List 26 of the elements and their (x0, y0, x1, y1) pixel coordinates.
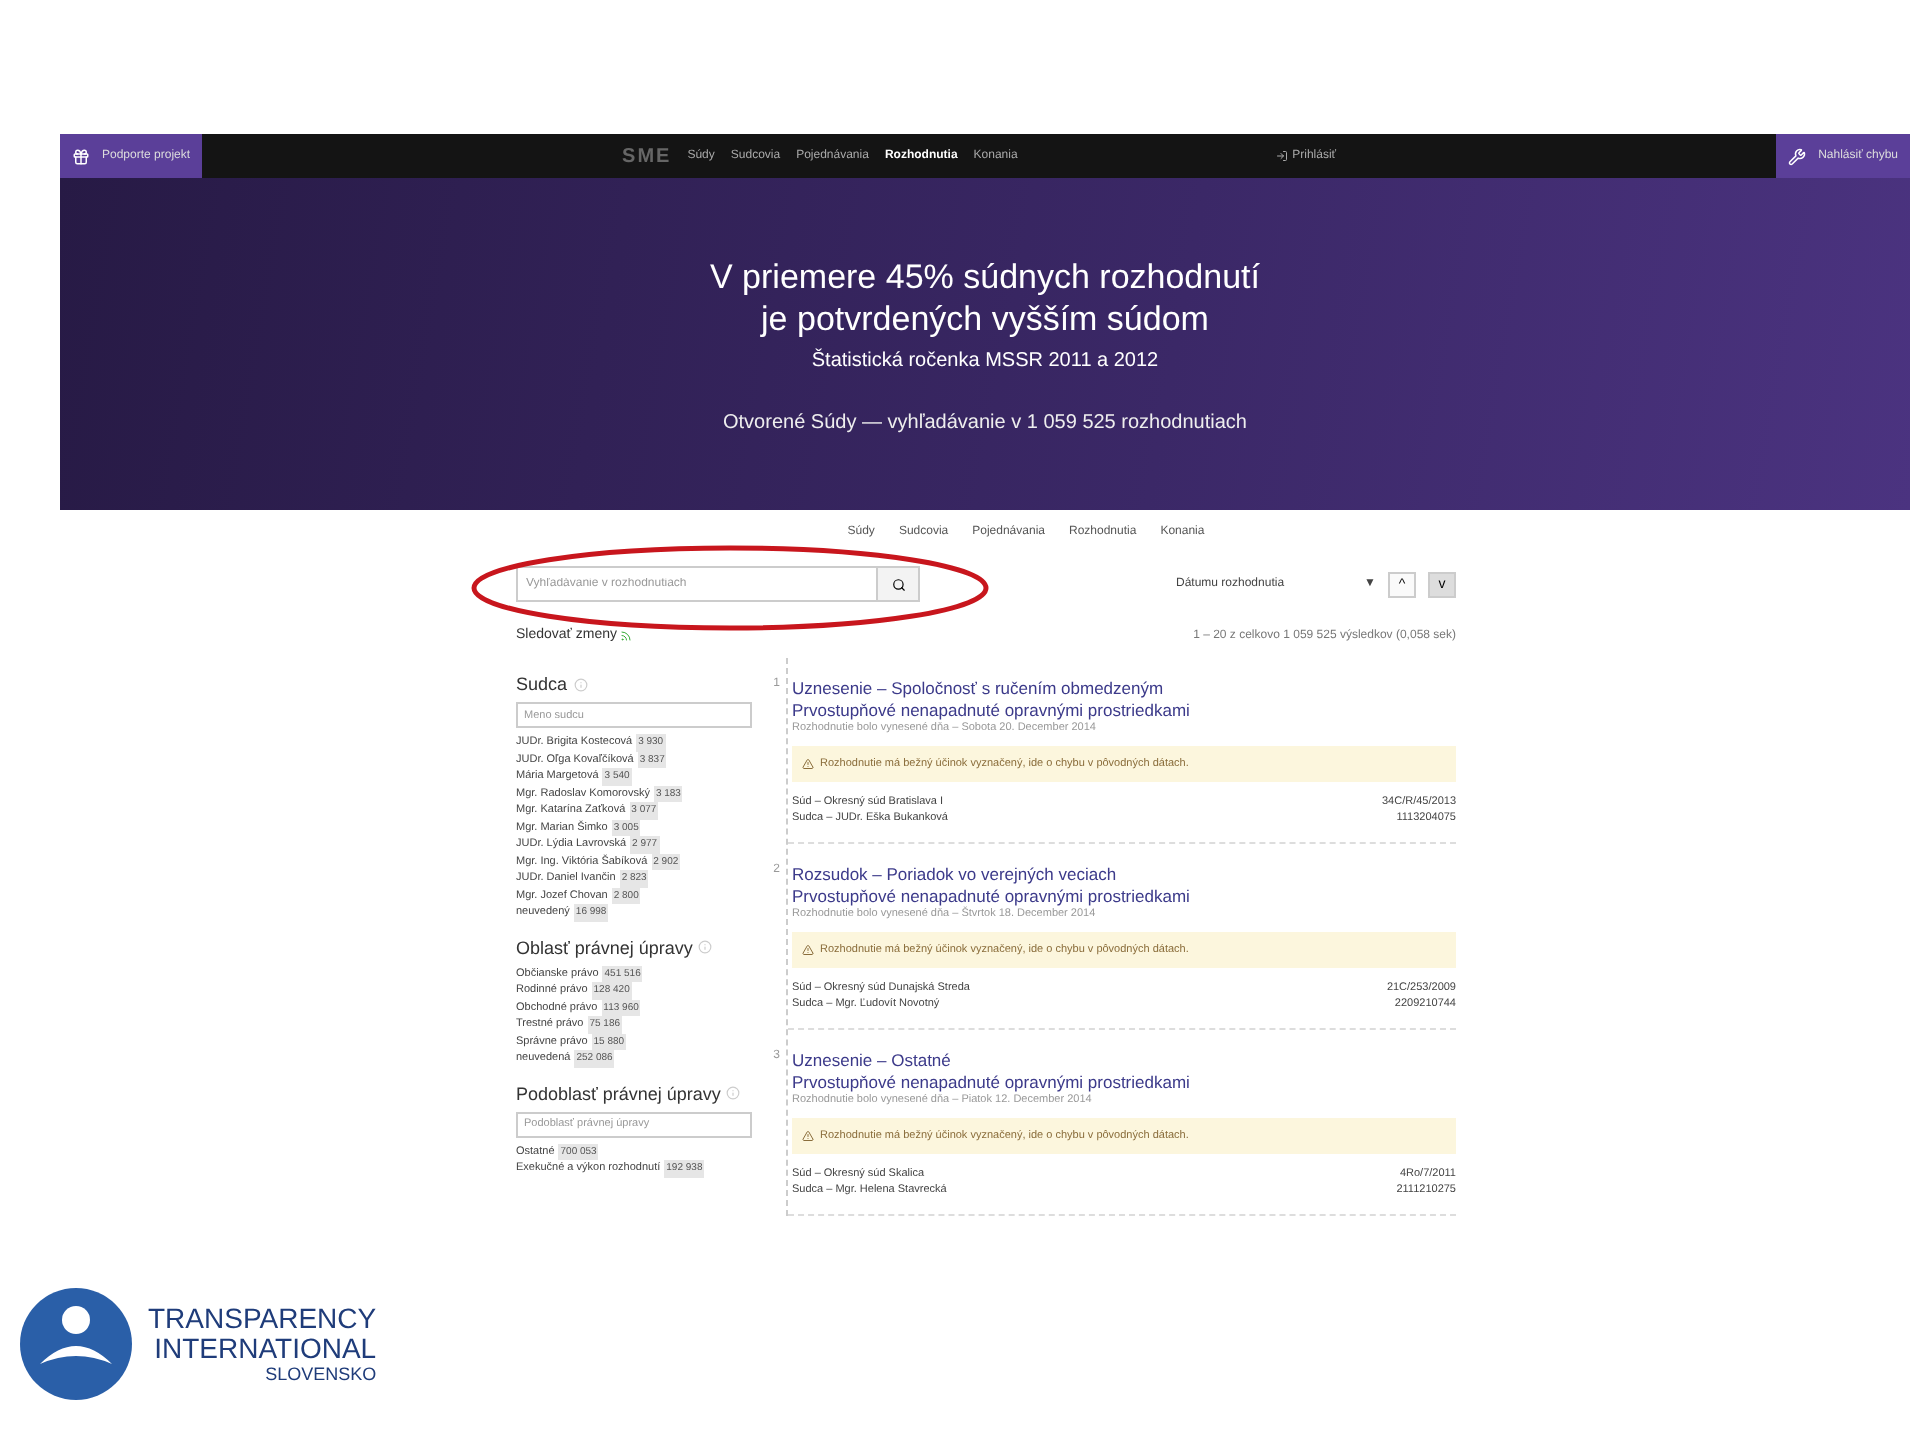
result-title[interactable]: Uznesenie – Ostatné (792, 1050, 1456, 1072)
facet-title: Sudca (516, 674, 568, 694)
facet-title: Oblasť právnej úpravy (516, 937, 693, 957)
result-subtitle[interactable]: Prvostupňové nenapadnuté opravnými prostriedkami (792, 1072, 1456, 1094)
organization-logo-icon (16, 1284, 136, 1404)
result-title[interactable]: Uznesenie – Spoločnosť s ručením obmedzeným (792, 678, 1456, 700)
warning-icon (802, 944, 814, 956)
rss-icon (620, 629, 633, 641)
hero-tagline: Otvorené Súdy — vyhľadávanie v 1 059 525 rozhodnutiach (723, 411, 1247, 433)
search-icon (891, 577, 905, 591)
result-subtitle[interactable]: Prvostupňové nenapadnuté opravnými prostriedkami (792, 700, 1456, 722)
organization-name: TRANSPARENCY INTERNATIONAL SLOVENSKO (148, 1303, 377, 1385)
wrench-icon (1788, 147, 1807, 165)
hero-source: Štatistická ročenka MSSR 2011 a 2012 (811, 349, 1159, 371)
hero-title: V priemere 45% súdnych rozhodnutí je potvrdených vyšším súdom (710, 255, 1260, 339)
warning-icon (802, 1130, 814, 1142)
result-title[interactable]: Rozsudok – Poriadok vo verejných veciach (792, 864, 1456, 886)
result-subtitle[interactable]: Prvostupňové nenapadnuté opravnými prostriedkami (792, 886, 1456, 908)
info-icon (698, 940, 713, 954)
gift-icon (72, 147, 90, 165)
info-icon (573, 677, 588, 691)
facet-title: Podoblasť právnej úpravy (516, 1083, 721, 1103)
search-button[interactable] (876, 566, 920, 602)
warning-icon (802, 758, 814, 770)
info-icon (726, 1086, 741, 1100)
login-icon (1276, 150, 1289, 162)
